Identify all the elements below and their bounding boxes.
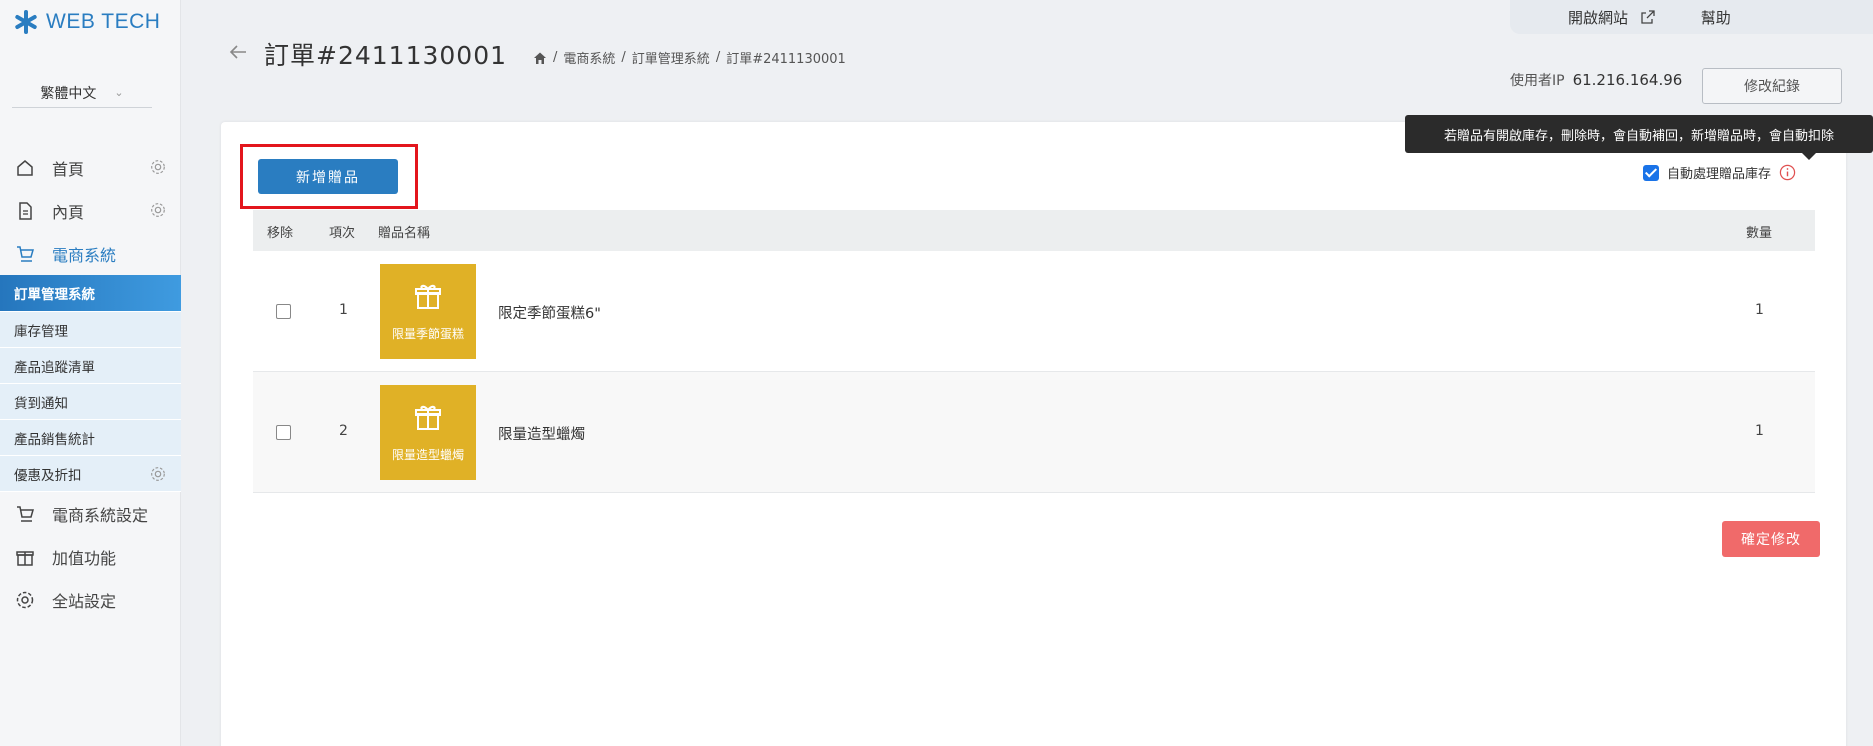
sidebar-item-label: 首頁 [52, 159, 85, 179]
user-ip: 使用者IP 61.216.164.96 [1510, 70, 1682, 90]
ip-label: 使用者IP [1510, 73, 1565, 89]
language-select[interactable]: 繁體中文 ⌄ [12, 78, 152, 108]
help-link[interactable]: 幫助 [1701, 7, 1731, 28]
col-index: 項次 [329, 226, 356, 241]
sidebar-subitem-restock-notice[interactable]: 貨到通知 [0, 384, 181, 420]
sidebar-subitem-inventory[interactable]: 庫存管理 [0, 312, 181, 348]
table-row: 2 限量造型蠟燭 限量造型蠟燭 1 [253, 372, 1815, 493]
sidebar-item-addons[interactable]: 加值功能 [0, 535, 181, 578]
sidebar-item-ecommerce[interactable]: 電商系統 [0, 232, 181, 275]
row-index: 1 [339, 302, 348, 318]
subitem-label: 產品追蹤清單 [14, 359, 95, 376]
language-label: 繁體中文 [40, 85, 97, 102]
auto-stock-label: 自動處理贈品庫存 [1667, 167, 1772, 182]
table-row: 1 限量季節蛋糕 限定季節蛋糕6" 1 [253, 251, 1815, 372]
home-icon [14, 157, 36, 179]
thumbnail-label: 限量季節蛋糕 [391, 327, 464, 341]
gift-name: 限定季節蛋糕6" [498, 306, 601, 322]
gear-icon [14, 589, 36, 611]
col-remove: 移除 [267, 226, 294, 241]
sidebar-item-site-settings[interactable]: 全站設定 [0, 578, 181, 621]
gift-qty: 1 [1755, 302, 1764, 318]
sidebar-nav: 首頁 內頁 電商系統 訂單管理系統 庫存管理 產品追蹤清單 貨到通知 產品銷售統… [0, 146, 181, 621]
sidebar-subitem-sales-stats[interactable]: 產品銷售統計 [0, 420, 181, 456]
gift-icon [415, 284, 441, 309]
gift-icon [14, 546, 36, 568]
gift-qty: 1 [1755, 423, 1764, 439]
breadcrumb-item[interactable]: 訂單管理系統 [632, 48, 710, 67]
breadcrumb-separator: / [621, 50, 626, 65]
sidebar-item-label: 內頁 [52, 202, 85, 222]
gift-thumbnail: 限量造型蠟燭 [380, 385, 476, 480]
remove-checkbox[interactable] [276, 425, 291, 440]
breadcrumb-item-current: 訂單#2411130001 [726, 52, 846, 67]
ip-value: 61.216.164.96 [1572, 71, 1683, 89]
gift-icon [415, 405, 441, 430]
edit-log-button[interactable]: 修改紀錄 [1702, 68, 1842, 104]
sidebar: WEB TECH 繁體中文 ⌄ 首頁 內頁 電商系統 訂單管理系統 庫存管理 產… [0, 0, 181, 746]
home-icon[interactable] [533, 51, 547, 65]
logo[interactable]: WEB TECH [14, 10, 160, 34]
confirm-button[interactable]: 確定修改 [1722, 521, 1820, 557]
gear-icon[interactable] [149, 465, 167, 483]
sidebar-item-ecommerce-settings[interactable]: 電商系統設定 [0, 492, 181, 535]
remove-checkbox[interactable] [276, 304, 291, 319]
auto-stock-checkbox[interactable] [1643, 164, 1659, 181]
cart-icon [14, 243, 36, 265]
open-site-label: 開啟網站 [1568, 8, 1629, 27]
row-index: 2 [339, 423, 348, 439]
sidebar-item-pages[interactable]: 內頁 [0, 189, 181, 232]
top-bar: 開啟網站 幫助 [1510, 0, 1873, 34]
sidebar-subitem-tracking[interactable]: 產品追蹤清單 [0, 348, 181, 384]
gift-name: 限量造型蠟燭 [498, 427, 585, 443]
cart-icon [14, 503, 36, 525]
sidebar-item-home[interactable]: 首頁 [0, 146, 181, 189]
brand-name: WEB TECH [46, 10, 161, 33]
breadcrumb-separator: / [553, 50, 558, 65]
chevron-down-icon: ⌄ [114, 86, 124, 99]
back-arrow-icon[interactable] [228, 42, 248, 62]
external-link-icon [1641, 9, 1655, 24]
sidebar-subitem-orders[interactable]: 訂單管理系統 [0, 275, 181, 312]
add-gift-button[interactable]: 新增贈品 [258, 159, 398, 194]
gear-icon[interactable] [149, 158, 167, 176]
breadcrumb-item[interactable]: 電商系統 [563, 48, 615, 67]
table-header: 移除 項次 贈品名稱 數量 [253, 210, 1815, 251]
logo-asterisk-icon [15, 10, 37, 34]
subitem-label: 貨到通知 [14, 395, 68, 412]
gear-icon[interactable] [149, 201, 167, 219]
subitem-label: 訂單管理系統 [14, 287, 95, 303]
thumbnail-label: 限量造型蠟燭 [391, 448, 464, 462]
col-name: 贈品名稱 [378, 226, 431, 241]
page-title: 訂單#2411130001 [264, 41, 508, 70]
sidebar-item-label: 全站設定 [52, 591, 117, 611]
sidebar-item-label: 電商系統 [52, 245, 117, 265]
col-qty: 數量 [1746, 226, 1773, 241]
auto-stock-toggle[interactable]: 自動處理贈品庫存 [1643, 163, 1796, 182]
sidebar-subitem-discounts[interactable]: 優惠及折扣 [0, 456, 181, 492]
subitem-label: 庫存管理 [14, 323, 68, 340]
open-site-link[interactable]: 開啟網站 [1568, 7, 1655, 28]
tooltip: 若贈品有開啟庫存，刪除時，會自動補回，新增贈品時，會自動扣除 [1405, 115, 1873, 160]
subitem-label: 優惠及折扣 [14, 467, 82, 484]
info-icon[interactable] [1779, 164, 1796, 181]
sidebar-item-label: 電商系統設定 [52, 505, 149, 525]
breadcrumb-separator: / [715, 50, 721, 65]
subitem-label: 產品銷售統計 [14, 431, 95, 448]
gift-thumbnail: 限量季節蛋糕 [380, 264, 476, 359]
sidebar-item-label: 加值功能 [52, 548, 117, 568]
page-icon [14, 200, 36, 222]
breadcrumb: / 電商系統 / 訂單管理系統 / 訂單#2411130001 [533, 48, 846, 67]
